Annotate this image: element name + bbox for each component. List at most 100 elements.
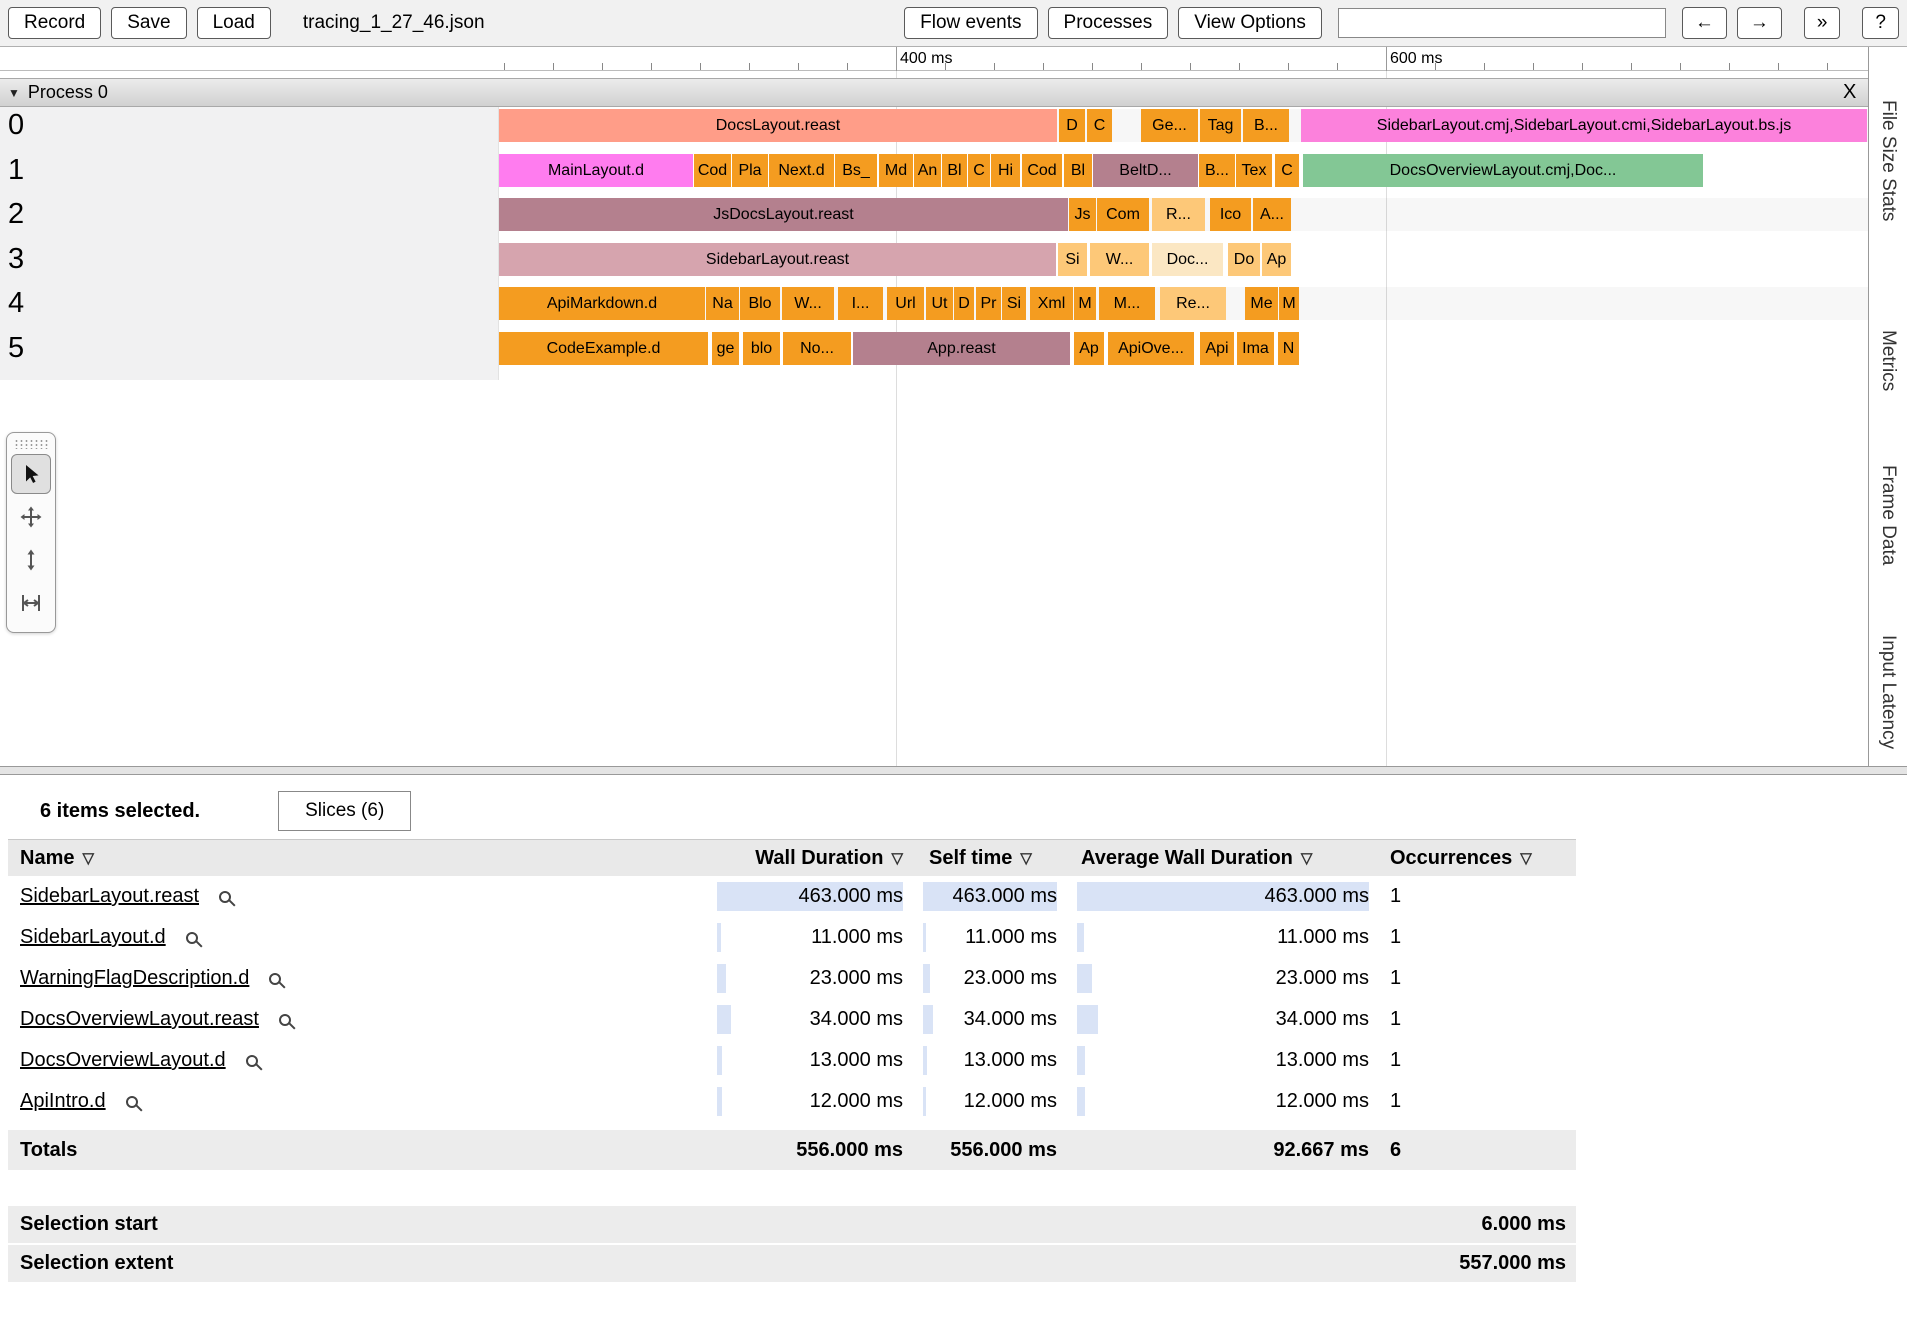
flame-slice[interactable]: M... — [1099, 287, 1155, 320]
panel-splitter[interactable] — [0, 766, 1907, 775]
flame-slice[interactable]: Pla — [732, 154, 768, 187]
flame-slice[interactable]: Tex — [1236, 154, 1272, 187]
magnifier-icon[interactable] — [186, 932, 198, 944]
column-header-self-time[interactable]: Self time▽ — [907, 847, 1061, 870]
flame-slice[interactable]: Bl — [1064, 154, 1092, 187]
flame-slice[interactable]: An — [914, 154, 941, 187]
slice-name-link[interactable]: SidebarLayout.d — [20, 917, 166, 958]
process-close-button[interactable]: X — [1843, 81, 1856, 104]
flame-slice[interactable]: SidebarLayout.cmj,SidebarLayout.cmi,Side… — [1301, 109, 1867, 142]
flame-slice[interactable]: Cod — [1022, 154, 1062, 187]
flame-slice[interactable]: W... — [1090, 243, 1149, 276]
flame-slice[interactable]: D — [954, 287, 974, 320]
load-button[interactable]: Load — [197, 7, 271, 40]
flame-slice[interactable]: Hi — [991, 154, 1020, 187]
flame-slice[interactable]: Na — [706, 287, 739, 320]
side-tab-frame-data[interactable]: Frame Data — [1877, 465, 1899, 565]
flame-slice[interactable]: Bs_ — [835, 154, 877, 187]
save-button[interactable]: Save — [111, 7, 186, 40]
nav-forward-button[interactable]: → — [1737, 7, 1782, 40]
flame-slice[interactable]: Cod — [694, 154, 731, 187]
flame-slice[interactable]: M — [1074, 287, 1096, 320]
flame-slice[interactable]: Bl — [942, 154, 967, 187]
palette-grip[interactable] — [14, 438, 48, 449]
column-header-name[interactable]: Name▽ — [8, 847, 711, 870]
slice-name-link[interactable]: DocsOverviewLayout.d — [20, 1040, 226, 1081]
flame-slice[interactable]: Si — [1002, 287, 1026, 320]
flame-slice[interactable]: DocsOverviewLayout.cmj,Doc... — [1303, 154, 1703, 187]
flame-slice[interactable]: C — [968, 154, 990, 187]
flame-slice[interactable]: Ap — [1262, 243, 1291, 276]
magnifier-icon[interactable] — [269, 973, 281, 985]
flame-slice[interactable]: N — [1278, 332, 1299, 365]
flame-slice[interactable]: Doc... — [1152, 243, 1223, 276]
column-header-average-wall-duration[interactable]: Average Wall Duration▽ — [1061, 847, 1373, 870]
nav-back-button[interactable]: ← — [1682, 7, 1727, 40]
flame-slice[interactable]: C — [1087, 109, 1112, 142]
flame-slice[interactable]: Next.d — [769, 154, 834, 187]
flame-slice[interactable]: CodeExample.d — [499, 332, 708, 365]
flame-slice[interactable]: ge — [712, 332, 739, 365]
flame-slice[interactable]: C — [1275, 154, 1299, 187]
flame-slice[interactable]: Ima — [1237, 332, 1274, 365]
flame-slice[interactable]: BeltD... — [1093, 154, 1198, 187]
magnifier-icon[interactable] — [126, 1096, 138, 1108]
flame-slice[interactable]: Xml — [1030, 287, 1073, 320]
flame-slice[interactable]: ApiMarkdown.d — [499, 287, 705, 320]
flame-slice[interactable]: Ap — [1074, 332, 1104, 365]
flame-slice[interactable]: App.reast — [853, 332, 1070, 365]
record-button[interactable]: Record — [8, 7, 101, 40]
column-header-occurrences[interactable]: Occurrences▽ — [1373, 847, 1576, 870]
column-header-wall-duration[interactable]: Wall Duration▽ — [711, 847, 907, 870]
flame-slice[interactable]: Url — [887, 287, 924, 320]
flame-slice[interactable]: R... — [1152, 198, 1205, 231]
flame-slice[interactable]: Si — [1058, 243, 1087, 276]
process-header[interactable]: ▼ Process 0 X — [0, 78, 1868, 107]
flame-slice[interactable]: B... — [1243, 109, 1289, 142]
help-button[interactable]: ? — [1862, 7, 1899, 40]
magnifier-icon[interactable] — [219, 891, 231, 903]
flame-slice[interactable]: Blo — [740, 287, 780, 320]
pan-tool-button[interactable] — [11, 497, 51, 537]
side-tab-input-latency[interactable]: Input Latency — [1877, 635, 1899, 749]
flame-slice[interactable]: D — [1059, 109, 1085, 142]
flame-slice[interactable]: SidebarLayout.reast — [499, 243, 1056, 276]
flame-slice[interactable]: Pr — [976, 287, 1001, 320]
flame-slice[interactable]: Re... — [1160, 287, 1226, 320]
flame-slice[interactable]: Com — [1097, 198, 1149, 231]
slice-name-link[interactable]: SidebarLayout.reast — [20, 876, 199, 917]
magnifier-icon[interactable] — [279, 1014, 291, 1026]
view-options-button[interactable]: View Options — [1178, 7, 1322, 40]
search-input[interactable] — [1338, 8, 1666, 38]
flow-events-button[interactable]: Flow events — [904, 7, 1037, 40]
flame-slice[interactable]: B... — [1199, 154, 1235, 187]
flame-slice[interactable]: No... — [783, 332, 851, 365]
flame-slice[interactable]: MainLayout.d — [499, 154, 693, 187]
flame-slice[interactable]: JsDocsLayout.reast — [499, 198, 1068, 231]
zoom-tool-button[interactable] — [11, 540, 51, 580]
side-tab-metrics[interactable]: Metrics — [1877, 330, 1899, 391]
flame-slice[interactable]: ApiOve... — [1108, 332, 1194, 365]
flame-slice[interactable]: Js — [1069, 198, 1096, 231]
side-tab-file-size-stats[interactable]: File Size Stats — [1877, 100, 1899, 221]
flame-slice[interactable]: I... — [838, 287, 883, 320]
timing-tool-button[interactable] — [11, 583, 51, 623]
flame-slice[interactable]: Ut — [926, 287, 953, 320]
nav-jump-button[interactable]: » — [1804, 7, 1841, 40]
flame-slice[interactable]: Tag — [1200, 109, 1241, 142]
flame-slice[interactable]: Api — [1200, 332, 1234, 365]
flame-slice[interactable]: Me — [1245, 287, 1278, 320]
flame-slice[interactable]: Ico — [1210, 198, 1251, 231]
slice-name-link[interactable]: ApiIntro.d — [20, 1081, 106, 1122]
flame-slice[interactable]: M — [1279, 287, 1299, 320]
processes-button[interactable]: Processes — [1048, 7, 1169, 40]
flame-slice[interactable]: Md — [879, 154, 913, 187]
flame-slice[interactable]: blo — [743, 332, 780, 365]
collapse-triangle-icon[interactable]: ▼ — [8, 86, 20, 100]
slice-name-link[interactable]: WarningFlagDescription.d — [20, 958, 249, 999]
flame-slice[interactable]: A... — [1253, 198, 1291, 231]
slice-name-link[interactable]: DocsOverviewLayout.reast — [20, 999, 259, 1040]
selection-tool-button[interactable] — [11, 454, 51, 494]
flame-slice[interactable]: DocsLayout.reast — [499, 109, 1057, 142]
magnifier-icon[interactable] — [246, 1055, 258, 1067]
